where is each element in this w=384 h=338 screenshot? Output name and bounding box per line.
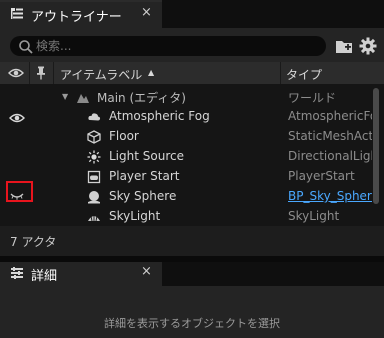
row-type: SkyLight bbox=[288, 209, 340, 223]
highlight-box bbox=[6, 181, 33, 202]
outliner-list-icon bbox=[11, 8, 23, 19]
column-divider[interactable] bbox=[53, 62, 54, 84]
column-type[interactable]: タイプ bbox=[286, 66, 322, 83]
row-label: Atmospheric Fog bbox=[109, 109, 210, 123]
row-type: PlayerStart bbox=[288, 169, 355, 183]
search-input[interactable] bbox=[36, 38, 316, 54]
row-type: DirectionalLight bbox=[288, 149, 372, 163]
cloud-icon bbox=[88, 113, 101, 121]
column-divider[interactable] bbox=[29, 62, 30, 84]
vertical-scrollbar[interactable] bbox=[373, 88, 379, 204]
status-bar bbox=[0, 226, 384, 256]
row-type: AtmosphericFog bbox=[288, 109, 372, 123]
visibility-column-eye-icon[interactable] bbox=[8, 67, 24, 79]
tree-row-actor[interactable]: SkyLight SkyLight bbox=[0, 207, 372, 226]
skylight-icon bbox=[88, 214, 100, 222]
search-icon bbox=[19, 40, 33, 54]
visibility-eye-icon[interactable] bbox=[9, 112, 25, 124]
world-icon bbox=[77, 94, 89, 103]
details-close-icon[interactable]: × bbox=[141, 264, 152, 279]
pin-column-icon[interactable] bbox=[35, 66, 47, 80]
column-item-label[interactable]: アイテムラベル bbox=[60, 66, 142, 83]
row-label: Floor bbox=[109, 129, 139, 143]
column-header bbox=[0, 62, 384, 84]
gamepad-icon bbox=[87, 170, 101, 184]
column-divider[interactable] bbox=[280, 62, 281, 84]
cube-icon bbox=[87, 130, 101, 144]
tab-details[interactable] bbox=[0, 262, 162, 286]
details-empty-message: 詳細を表示するオブジェクトを選択 bbox=[104, 317, 280, 330]
sort-ascending-icon: ▲ bbox=[148, 68, 155, 77]
row-type-link[interactable]: BP_Sky_Sphere bbox=[288, 189, 372, 203]
row-label: SkyLight bbox=[109, 209, 161, 223]
row-type: ワールド bbox=[288, 91, 337, 105]
outliner-tab-title: アウトライナー bbox=[31, 10, 122, 25]
details-icon bbox=[11, 267, 23, 279]
sky-sphere-icon bbox=[88, 191, 100, 204]
row-type: StaticMeshActor bbox=[288, 129, 372, 143]
sun-icon bbox=[87, 150, 101, 164]
row-label: Main (エディタ) bbox=[97, 91, 186, 105]
outliner-close-icon[interactable]: × bbox=[141, 5, 152, 20]
row-label: Player Start bbox=[109, 169, 180, 183]
expand-arrow-icon[interactable]: ▼ bbox=[62, 92, 68, 101]
row-label: Light Source bbox=[109, 149, 184, 163]
details-tab-title: 詳細 bbox=[31, 269, 58, 284]
gear-icon[interactable] bbox=[359, 37, 377, 55]
new-folder-icon[interactable] bbox=[335, 37, 353, 55]
row-label: Sky Sphere bbox=[109, 189, 177, 203]
actor-count: 7 アクタ bbox=[10, 235, 57, 249]
